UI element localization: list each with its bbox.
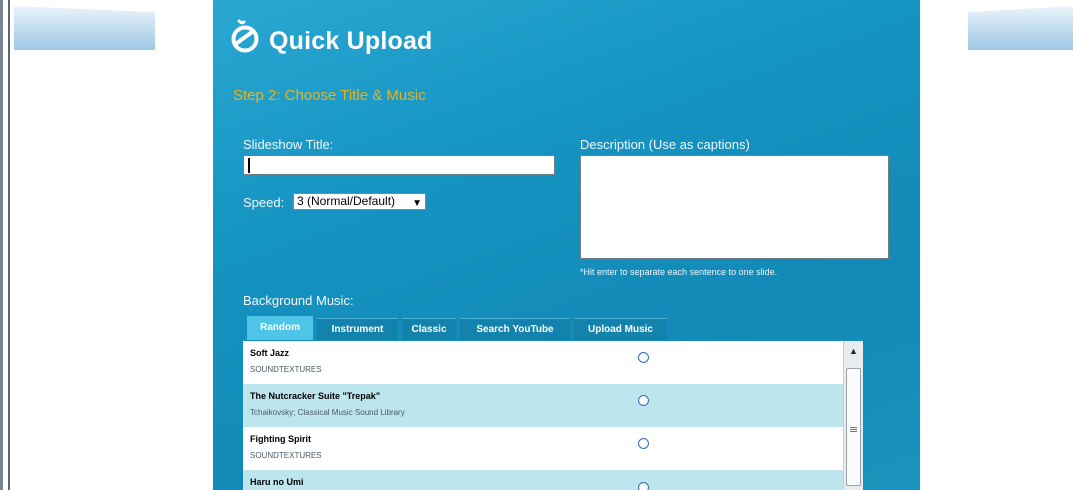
speed-label: Speed:	[243, 195, 285, 210]
tab-search-youtube[interactable]: Search YouTube	[460, 318, 570, 340]
list-item[interactable]: Fighting Spirit SOUNDTEXTURES	[243, 427, 843, 470]
track-name: The Nutcracker Suite "Trepak"	[250, 391, 381, 401]
quick-upload-panel: Quick Upload Step 2: Choose Title & Musi…	[213, 0, 920, 490]
slideshow-title-label: Slideshow Title:	[243, 137, 334, 152]
tab-instrument[interactable]: Instrument	[317, 318, 398, 340]
decorative-banner-right	[968, 6, 1073, 50]
quick-upload-logo-icon	[231, 19, 259, 53]
track-artist: Tchaikovsky; Classical Music Sound Libra…	[250, 408, 405, 417]
text-caret	[248, 158, 250, 173]
track-radio-button[interactable]	[638, 352, 649, 363]
slideshow-title-input[interactable]	[243, 155, 555, 175]
window-frame-left	[0, 0, 12, 490]
music-list: Soft Jazz SOUNDTEXTURES The Nutcracker S…	[243, 341, 863, 490]
background-music-label: Background Music:	[243, 293, 354, 308]
track-name: Soft Jazz	[250, 348, 290, 358]
track-name: Haru no Umi	[250, 477, 304, 487]
scrollbar-thumb[interactable]	[846, 368, 861, 486]
track-artist: SOUNDTEXTURES	[250, 451, 322, 460]
list-item[interactable]: Soft Jazz SOUNDTEXTURES	[243, 341, 843, 384]
description-label: Description (Use as captions)	[580, 137, 750, 152]
chevron-down-icon: ▼	[412, 198, 422, 209]
track-name: Fighting Spirit	[250, 434, 311, 444]
scrollbar-grip-icon	[850, 427, 857, 433]
description-textarea[interactable]	[580, 155, 889, 259]
list-item[interactable]: Haru no Umi	[243, 470, 843, 490]
track-radio-button[interactable]	[638, 482, 649, 490]
app-title: Quick Upload	[269, 27, 433, 55]
step-heading: Step 2: Choose Title & Music	[233, 87, 426, 104]
decorative-banner-left	[14, 6, 155, 50]
description-hint: *Hit enter to separate each sentence to …	[580, 267, 778, 277]
list-item[interactable]: The Nutcracker Suite "Trepak" Tchaikovsk…	[243, 384, 843, 427]
tab-classic[interactable]: Classic	[402, 318, 456, 340]
speed-select[interactable]: 3 (Normal/Default) ▼	[293, 193, 426, 210]
speed-select-value: 3 (Normal/Default)	[297, 194, 396, 208]
scroll-up-arrow-icon[interactable]: ▲	[845, 343, 862, 360]
music-list-scrollbar[interactable]: ▲	[843, 341, 863, 490]
track-radio-button[interactable]	[638, 438, 649, 449]
track-radio-button[interactable]	[638, 395, 649, 406]
tab-upload-music[interactable]: Upload Music	[574, 318, 667, 340]
track-artist: SOUNDTEXTURES	[250, 365, 322, 374]
tab-random[interactable]: Random	[247, 316, 313, 340]
